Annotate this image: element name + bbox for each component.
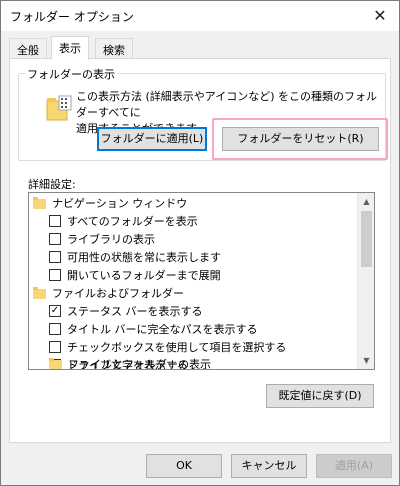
reset-folders-button[interactable]: フォルダーをリセット(R): [222, 127, 379, 151]
apply-button[interactable]: 適用(A): [316, 454, 392, 478]
restore-defaults-button[interactable]: 既定値に戻す(D): [266, 384, 374, 408]
tab-general[interactable]: 全般: [9, 38, 47, 59]
cancel-button[interactable]: キャンセル: [231, 454, 307, 478]
tree-node-files-folders-display[interactable]: ファイルとフォルダーの表示: [49, 355, 211, 369]
tab-search[interactable]: 検索: [95, 38, 133, 59]
folder-views-legend: フォルダーの表示: [25, 66, 117, 82]
list-scrollbar[interactable]: ▲ ▼: [357, 193, 374, 369]
tab-view[interactable]: 表示: [51, 36, 89, 60]
close-icon[interactable]: ✕: [365, 3, 395, 29]
scroll-thumb[interactable]: [361, 211, 372, 267]
description-line-1: この表示方法 (詳細表示やアイコンなど) をこの種類のフォルダーすべてに: [76, 90, 378, 119]
folder-views-icon: [46, 95, 72, 121]
ok-button[interactable]: OK: [146, 454, 222, 478]
list-lower-clip: ファイルとフォルダーの表示 隠しファイル、隠しフォルダー、および隠しドライブを表…: [29, 193, 357, 369]
advanced-settings-label: 詳細設定:: [28, 178, 76, 191]
scroll-up-icon[interactable]: ▲: [358, 193, 375, 210]
window-title: フォルダー オプション: [10, 10, 134, 24]
apply-to-folders-button[interactable]: フォルダーに適用(L): [97, 127, 207, 151]
tree-node-label: ファイルとフォルダーの表示: [68, 358, 211, 369]
folder-options-dialog: フォルダー オプション ✕ 全般 表示 検索 フォルダーの表示 この表示方法 (…: [0, 0, 400, 486]
title-bar: フォルダー オプション ✕: [1, 1, 399, 31]
scroll-down-icon[interactable]: ▼: [358, 352, 375, 369]
folder-icon: [49, 358, 62, 369]
